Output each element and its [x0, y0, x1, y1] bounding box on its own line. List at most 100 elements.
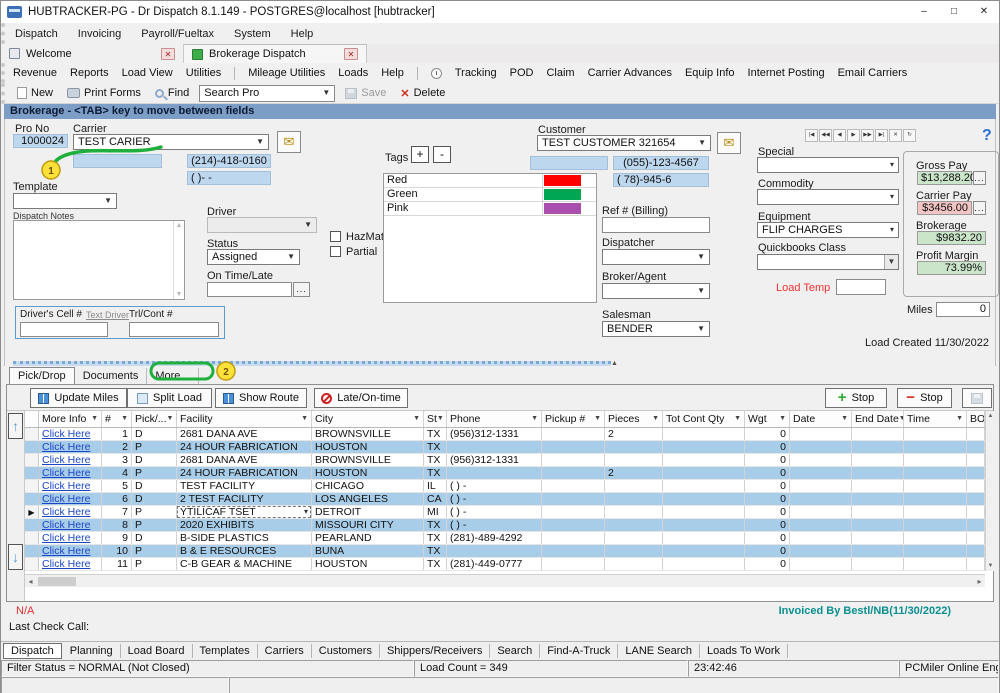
table-row[interactable]: Click Here2P24 HOUR FABRICATIONHOUSTONTX…: [25, 441, 985, 454]
table-row[interactable]: Click Here5DTEST FACILITYCHICAGOIL( ) -0: [25, 480, 985, 493]
menu-help[interactable]: Help: [291, 28, 314, 40]
move-stop-up-button[interactable]: ↑: [8, 413, 23, 439]
maximize-icon[interactable]: □: [939, 1, 969, 23]
table-row[interactable]: Click Here10PB & E RESOURCESBUNATX0: [25, 545, 985, 558]
scroll-left-icon[interactable]: ◂: [25, 577, 36, 586]
bottom-tab-lane-search[interactable]: LANE Search: [618, 644, 700, 658]
carrier-pay-field[interactable]: $3456.00: [917, 201, 972, 215]
equipment-combobox[interactable]: FLIP CHARGES▾: [757, 222, 899, 238]
tag-row[interactable]: Pink: [384, 202, 596, 216]
nav-delete-icon[interactable]: ✕: [889, 129, 902, 142]
nav-last-icon[interactable]: ▶|: [875, 129, 888, 142]
ref-billing-input[interactable]: [602, 217, 710, 233]
table-row[interactable]: ▶Click Here7PYTILICAF TSET▾DETROITMI( ) …: [25, 506, 985, 519]
ontime-late-input[interactable]: [207, 282, 292, 297]
ribbon-item-carrier-advances[interactable]: Carrier Advances: [588, 67, 672, 79]
minimize-icon[interactable]: –: [909, 1, 939, 23]
carrier-phone-field[interactable]: (214)-418-0160: [187, 154, 271, 168]
menu-dispatch[interactable]: Dispatch: [15, 28, 58, 40]
ribbon-item-revenue[interactable]: Revenue: [13, 67, 57, 79]
new-button[interactable]: New: [13, 87, 57, 99]
cell-link[interactable]: Click Here: [39, 480, 102, 492]
column-header-pick[interactable]: Pick/...▼: [132, 411, 177, 427]
table-row[interactable]: Click Here4P24 HOUR FABRICATIONHOUSTONTX…: [25, 467, 985, 480]
customer-phone-field[interactable]: (055)-123-4567: [613, 156, 709, 170]
cell-link[interactable]: Click Here: [39, 545, 102, 557]
facility-edit-combobox[interactable]: YTILICAF TSET▾: [177, 506, 311, 518]
gross-pay-field[interactable]: $13,288.20: [917, 171, 972, 185]
column-header-time[interactable]: Time▼: [904, 411, 967, 427]
checkbox-icon[interactable]: [330, 231, 341, 242]
tab-close-icon[interactable]: ✕: [344, 48, 358, 60]
add-stop-button[interactable]: +Stop: [825, 388, 887, 408]
menu-system[interactable]: System: [234, 28, 271, 40]
column-header-bol[interactable]: BOL: [967, 411, 985, 427]
more-info-link[interactable]: Click Here: [42, 454, 90, 466]
more-info-link[interactable]: Click Here: [42, 545, 90, 557]
column-header-wgt[interactable]: Wgt▼: [745, 411, 790, 427]
ribbon-item-tracking[interactable]: Tracking: [455, 67, 497, 79]
tag-row[interactable]: Red: [384, 174, 596, 188]
dispatcher-combobox[interactable]: ▼: [602, 249, 710, 265]
carrier-email-button[interactable]: ✉: [277, 131, 301, 153]
dispatch-notes-textarea[interactable]: ▲▼: [13, 220, 185, 300]
column-header-tot-cont-qty[interactable]: Tot Cont Qty▼: [663, 411, 745, 427]
miles-input[interactable]: 0: [936, 302, 990, 317]
column-header-pickup[interactable]: Pickup #▼: [542, 411, 605, 427]
customer-email-button[interactable]: ✉: [717, 132, 741, 154]
column-header-st[interactable]: St▼: [424, 411, 447, 427]
column-header-pieces[interactable]: Pieces▼: [605, 411, 663, 427]
nav-refresh-icon[interactable]: ↻: [903, 129, 916, 142]
filter-arrow-icon[interactable]: ▼: [652, 411, 659, 427]
gross-pay-ellipsis-button[interactable]: ...: [973, 171, 986, 185]
search-pro-combobox[interactable]: Search Pro▼: [199, 85, 335, 102]
scroll-up-icon[interactable]: ▲: [986, 411, 995, 421]
scrollbar[interactable]: ▲▼: [173, 221, 184, 299]
remove-stop-button[interactable]: −Stop: [897, 388, 952, 408]
filter-arrow-icon[interactable]: ▼: [167, 411, 174, 427]
column-header-more-info[interactable]: More Info▼: [39, 411, 102, 427]
split-load-button[interactable]: Split Load: [127, 388, 212, 408]
filter-arrow-icon[interactable]: ▼: [841, 411, 848, 427]
filter-arrow-icon[interactable]: ▼: [734, 411, 741, 427]
ribbon-item-claim[interactable]: Claim: [546, 67, 574, 79]
more-info-link[interactable]: Click Here: [42, 506, 90, 518]
nav-prev-icon[interactable]: ◀: [833, 129, 846, 142]
ontime-ellipsis-button[interactable]: ...: [293, 282, 310, 297]
filter-arrow-icon[interactable]: ▼: [413, 411, 420, 427]
nav-fast-prev-icon[interactable]: ◀◀: [819, 129, 832, 142]
table-row[interactable]: Click Here1D2681 DANA AVEBROWNSVILLETX(9…: [25, 428, 985, 441]
hazmat-checkbox[interactable]: HazMat: [330, 231, 384, 243]
ribbon-item-internet-posting[interactable]: Internet Posting: [748, 67, 825, 79]
carrier-pay-ellipsis-button[interactable]: ...: [973, 201, 986, 215]
ribbon-item-equip-info[interactable]: Equip Info: [685, 67, 735, 79]
ribbon-item-email-carriers[interactable]: Email Carriers: [838, 67, 908, 79]
cell-link[interactable]: Click Here: [39, 493, 102, 505]
show-route-button[interactable]: Show Route: [215, 388, 307, 408]
vertical-scrollbar[interactable]: ▲▼: [985, 411, 995, 571]
trl-cont-input[interactable]: [129, 322, 219, 337]
cell-link[interactable]: Click Here: [39, 558, 102, 570]
filter-arrow-icon[interactable]: ▼: [301, 411, 308, 427]
table-row[interactable]: Click Here6D2 TEST FACILITYLOS ANGELESCA…: [25, 493, 985, 506]
pro-no-field[interactable]: 1000024: [13, 134, 68, 148]
grid-save-button[interactable]: [962, 388, 992, 408]
bottom-tab-loads-to-work[interactable]: Loads To Work: [700, 644, 788, 658]
nav-first-icon[interactable]: |◀: [805, 129, 818, 142]
more-info-link[interactable]: Click Here: [42, 558, 90, 570]
customer-phone2-field[interactable]: ( 78)-945-6: [613, 173, 709, 187]
close-icon[interactable]: ✕: [969, 1, 999, 23]
partial-checkbox[interactable]: Partial: [330, 246, 377, 258]
update-miles-button[interactable]: Update Miles: [30, 388, 127, 408]
horizontal-scrollbar[interactable]: ◂▸: [25, 574, 985, 587]
column-header-phone[interactable]: Phone▼: [447, 411, 542, 427]
help-icon[interactable]: ?: [982, 127, 992, 145]
tag-add-button[interactable]: +: [411, 146, 429, 163]
bottom-tab-templates[interactable]: Templates: [193, 644, 258, 658]
menu-invoicing[interactable]: Invoicing: [78, 28, 121, 40]
ribbon-item-utilities[interactable]: Utilities: [186, 67, 221, 79]
table-row[interactable]: Click Here11PC-B GEAR & MACHINEHOUSTONTX…: [25, 558, 985, 571]
ribbon-item-help[interactable]: Help: [381, 67, 404, 79]
drivers-cell-input[interactable]: [20, 322, 108, 337]
find-button[interactable]: Find: [151, 87, 193, 99]
